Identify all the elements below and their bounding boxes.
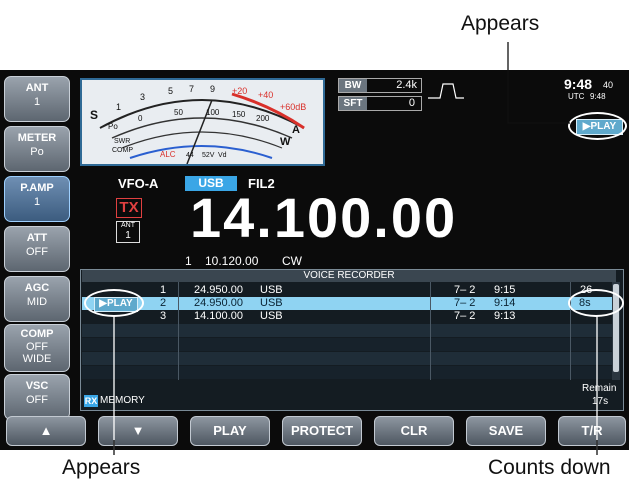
callout-lines [113, 42, 598, 455]
